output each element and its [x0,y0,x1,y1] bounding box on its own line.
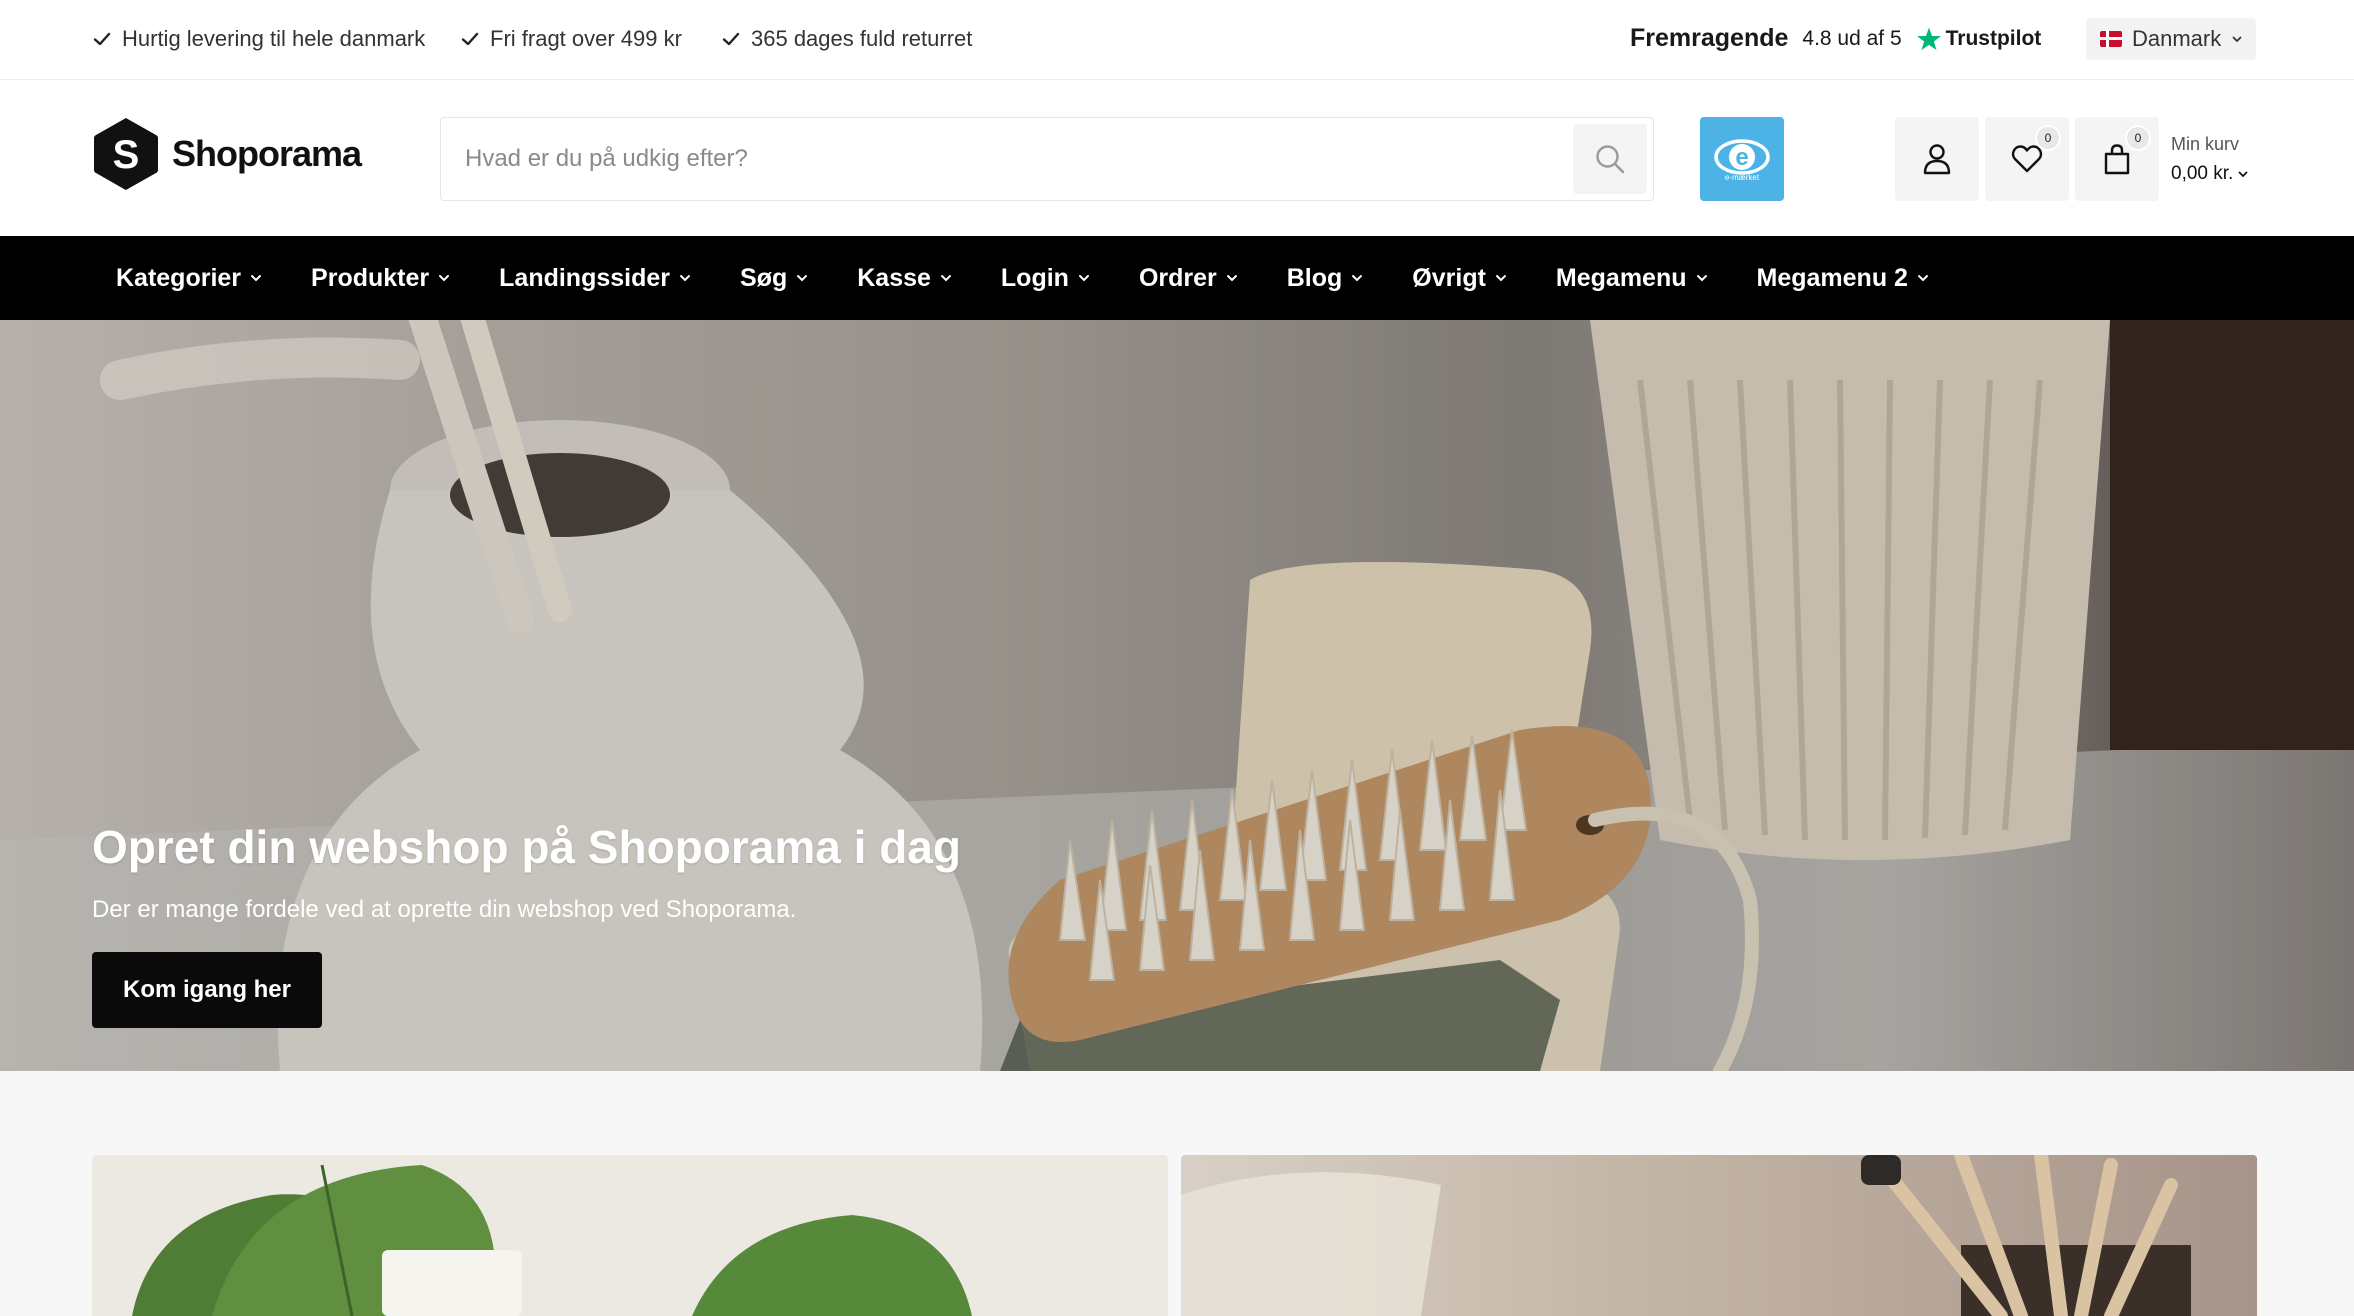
search-button[interactable] [1573,124,1647,194]
nav-item-label: Kasse [857,263,931,292]
trustpilot-brand: Trustpilot [1945,26,2042,50]
emaerket-badge[interactable]: e e-mærket [1700,117,1784,201]
nav-item-label: Øvrigt [1412,263,1486,292]
wishlist-count-badge: 0 [2035,125,2061,151]
main-navigation: Kategorier Produkter Landingssider Søg K… [0,236,2354,320]
cart-label: Min kurv [2171,134,2240,154]
account-button[interactable] [1895,117,1979,201]
hero-subtitle: Der er mange fordele ved at oprette din … [92,896,797,923]
usp-text: 365 dages fuld returret [751,26,973,51]
usp-text: Fri fragt over 499 kr [490,26,682,51]
logo-mark-icon: S [94,118,158,190]
search-input[interactable] [441,118,1573,200]
nav-item-landingssider[interactable]: Landingssider [499,264,692,293]
logo-text: Shoporama [172,133,362,174]
chevron-down-icon [1495,275,1506,282]
nav-item-blog[interactable]: Blog [1287,264,1365,293]
nav-item-login[interactable]: Login [1001,264,1091,293]
nav-item-oevrigt[interactable]: Øvrigt [1412,264,1508,293]
trustpilot-score: 4.8 ud af 5 [1802,26,1902,50]
category-tile[interactable] [1181,1155,2257,1316]
usp-item: 365 dages fuld returret [721,26,972,52]
chevron-down-icon [940,275,951,282]
emaerket-eye-icon: e [1714,138,1770,175]
cart-total: 0,00 kr. [2171,163,2249,185]
nav-item-soeg[interactable]: Søg [740,264,809,293]
denmark-flag-icon [2100,31,2122,47]
nav-item-kategorier[interactable]: Kategorier [116,264,263,293]
nav-item-label: Landingssider [499,263,671,292]
trustpilot-star-icon [1916,27,1941,50]
search-bar [440,117,1654,201]
usp-text: Hurtig levering til hele danmark [122,26,426,51]
top-utility-bar: Hurtig levering til hele danmark Fri fra… [0,0,2354,80]
trustpilot-rating-word: Fremragende [1630,24,1789,52]
chevron-down-icon [797,275,808,282]
chevron-down-icon [1696,275,1707,282]
chevron-down-icon [1917,275,1928,282]
nav-item-label: Kategorier [116,263,242,292]
cart-button[interactable]: 0 [2075,117,2159,201]
trustpilot-widget[interactable]: Fremragende 4.8 ud af 5 Trustpilot [1630,24,2041,53]
wishlist-button[interactable]: 0 [1985,117,2069,201]
chevron-down-icon [2232,36,2242,43]
nav-item-ordrer[interactable]: Ordrer [1139,264,1239,293]
country-selector[interactable]: Danmark [2086,18,2256,60]
cart-count-badge: 0 [2125,125,2151,151]
nav-item-label: Ordrer [1138,263,1217,292]
hero-content: Opret din webshop på Shoporama i dag Der… [92,820,961,1028]
chevron-down-icon [439,275,450,282]
heart-icon [2011,145,2043,173]
check-icon [461,32,479,46]
nav-item-label: Megamenu [1555,263,1687,292]
hero-title: Opret din webshop på Shoporama i dag [92,821,961,873]
nav-item-megamenu-2[interactable]: Megamenu 2 [1757,264,1930,293]
usp-item: Hurtig levering til hele danmark [92,26,425,52]
hero-cta-button[interactable]: Kom igang her [92,952,322,1028]
logo-letter: S [113,133,140,177]
check-icon [722,32,740,46]
emaerket-label: e-mærket [1724,172,1760,182]
country-label: Danmark [2132,26,2222,51]
svg-text:e: e [1735,144,1748,171]
leaves-image [132,1164,972,1316]
nav-item-label: Megamenu 2 [1756,263,1908,292]
nav-item-label: Produkter [311,263,430,292]
toothbrushes-image [1181,1155,2191,1316]
chevron-down-icon [251,275,262,282]
category-tile[interactable] [92,1155,1168,1316]
usp-item: Fri fragt over 499 kr [460,26,682,52]
chevron-down-icon [680,275,691,282]
search-icon [1596,145,1625,174]
chevron-down-icon [2238,171,2248,178]
nav-item-kasse[interactable]: Kasse [857,264,953,293]
site-header: S Shoporama e e-mærket 0 0 Min kurv 0,00… [0,80,2354,236]
chevron-down-icon [1226,275,1237,282]
nav-item-label: Søg [740,263,788,292]
cart-summary[interactable]: Min kurv 0,00 kr. [2171,134,2249,185]
chevron-down-icon [1352,275,1363,282]
shoporama-logo[interactable]: S Shoporama [92,116,362,192]
chevron-down-icon [1078,275,1089,282]
check-icon [93,32,111,46]
nav-item-label: Login [1000,263,1069,292]
trustpilot-logo: Trustpilot [1916,26,2042,52]
nav-item-produkter[interactable]: Produkter [311,264,451,293]
hero-banner: Opret din webshop på Shoporama i dag Der… [0,320,2354,1071]
nav-item-label: Blog [1286,263,1343,292]
nav-item-megamenu[interactable]: Megamenu [1556,264,1709,293]
user-icon [1923,144,1951,175]
bag-icon [2104,144,2130,175]
cart-total-value: 0,00 kr. [2171,163,2234,184]
